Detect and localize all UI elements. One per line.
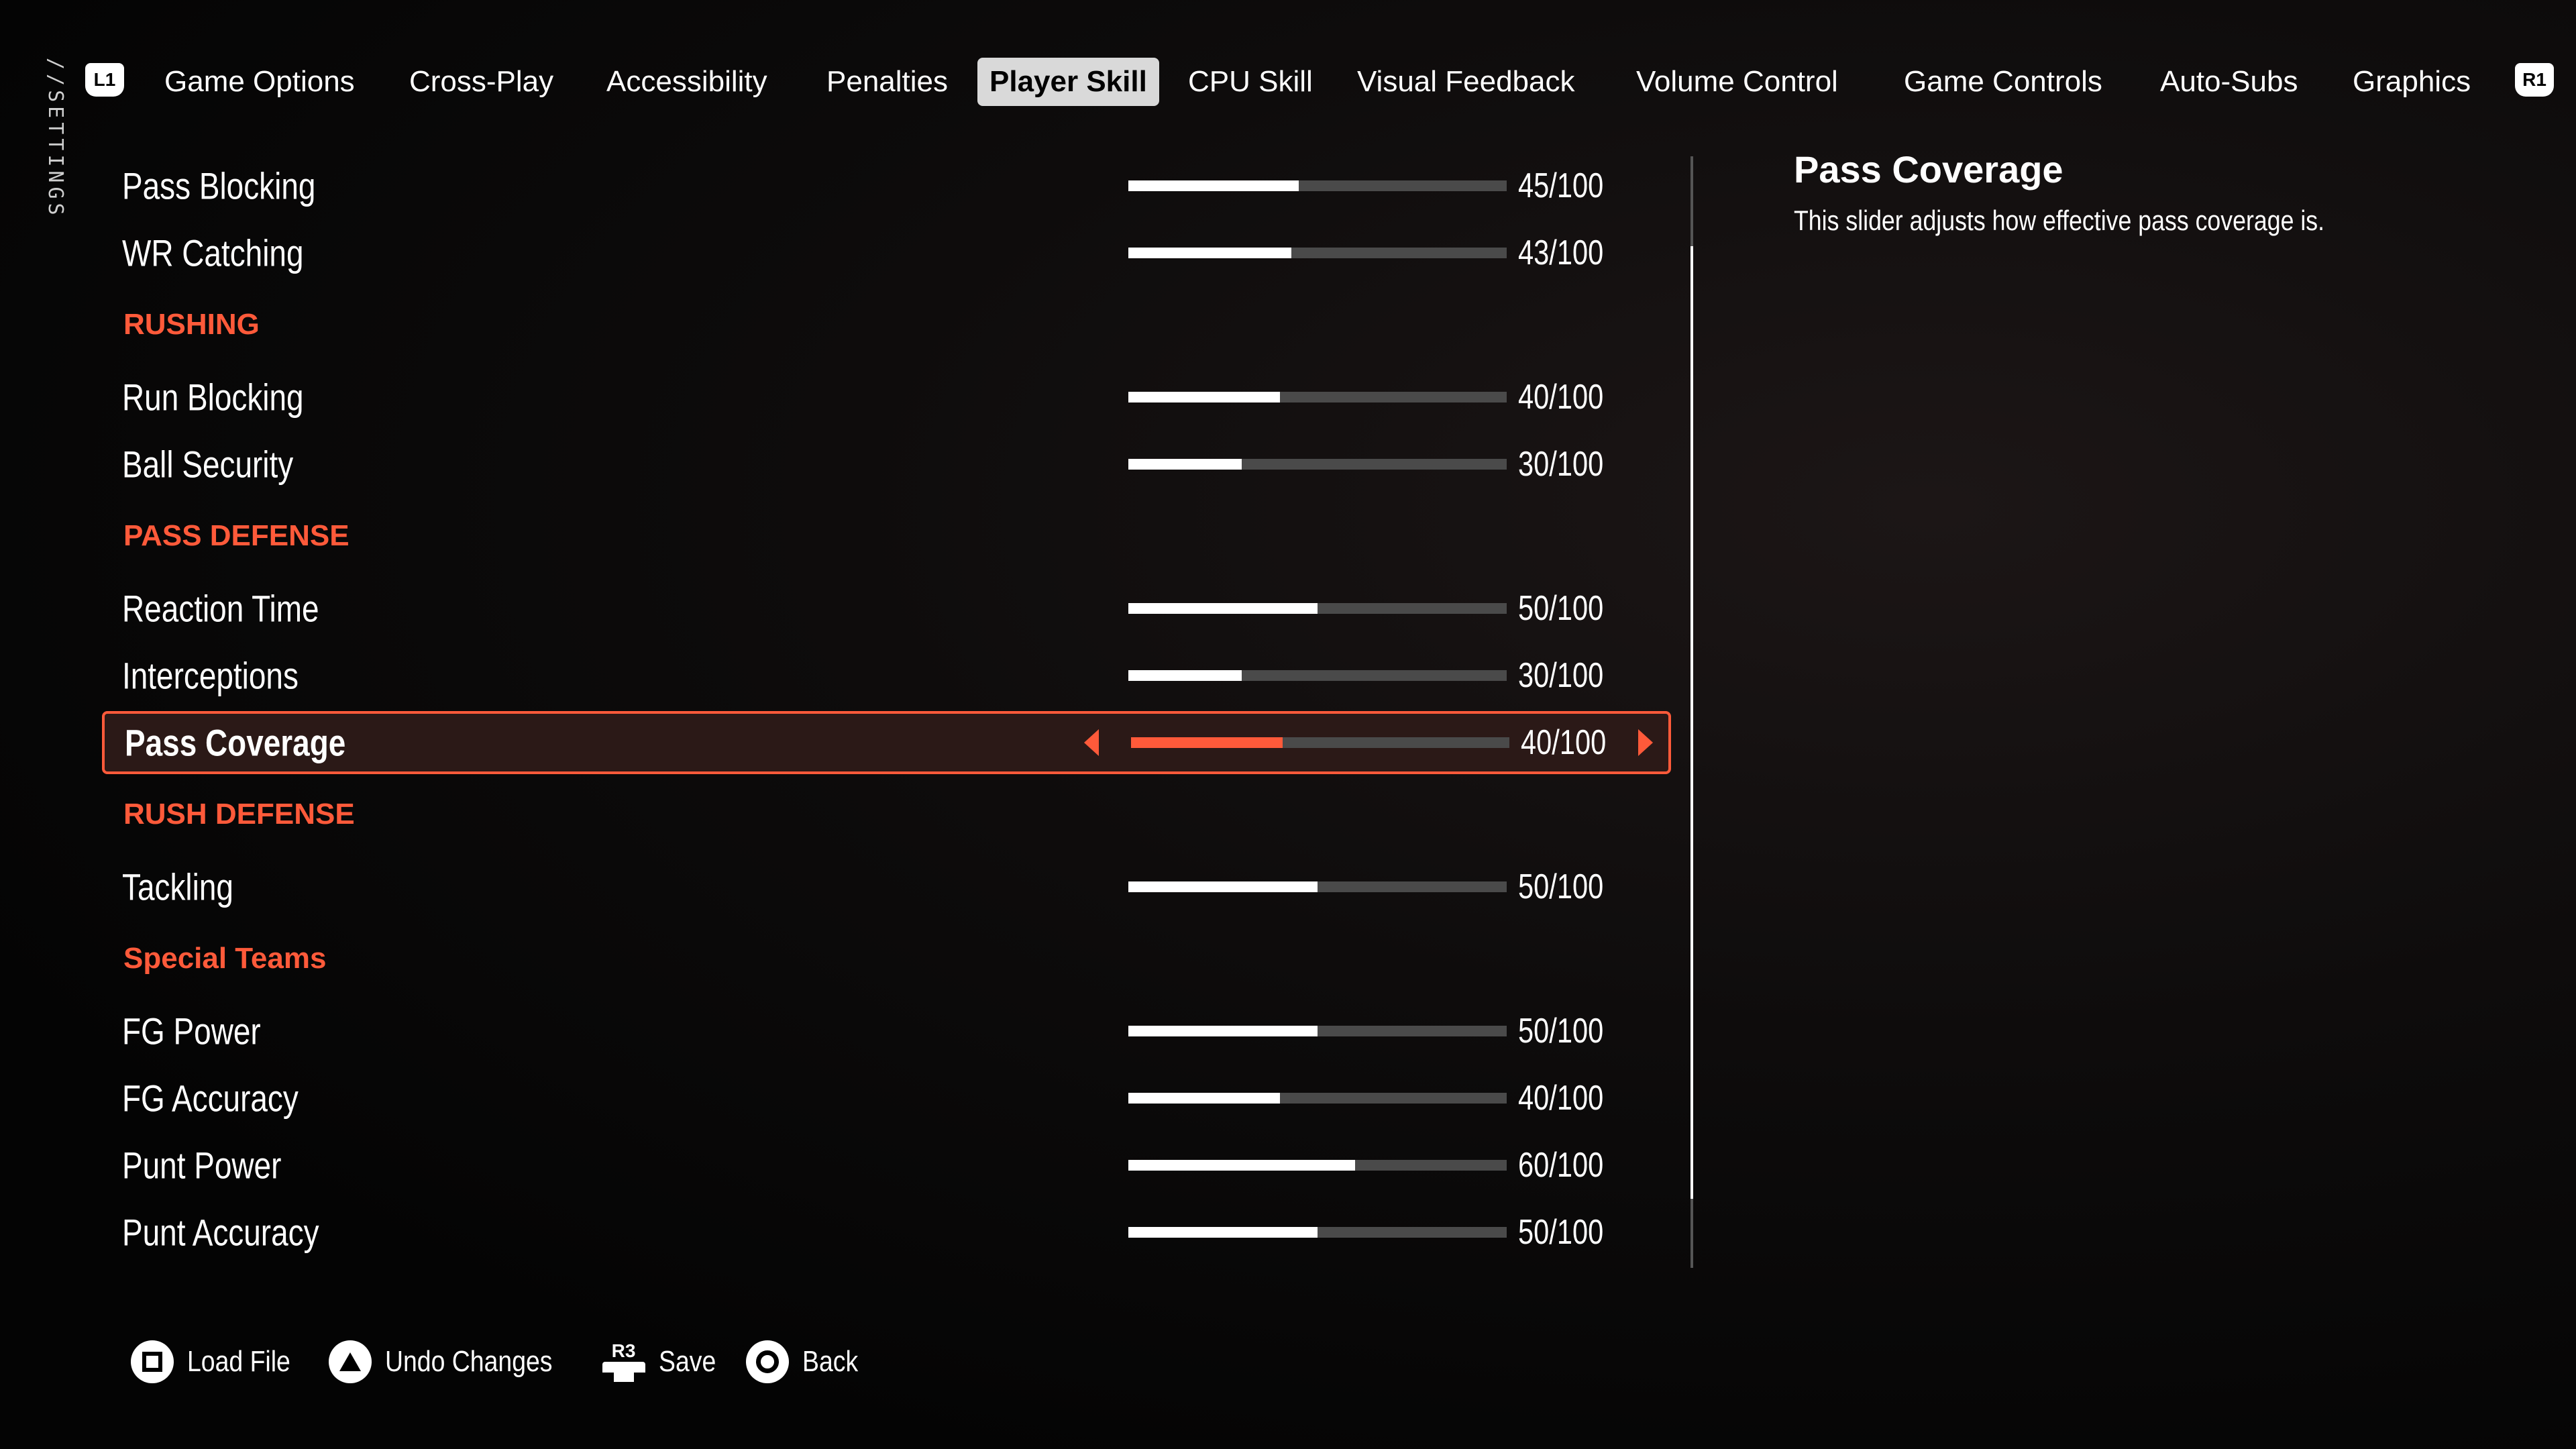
slider-label: Ball Security [122,443,294,486]
slider-row[interactable]: Punt Power 60/100 [102,1134,1671,1197]
slider-track[interactable] [1128,180,1507,191]
r3-button-icon[interactable]: R3 [602,1340,645,1383]
section-header: Special Teams [123,942,327,975]
slider-fill [1128,392,1280,402]
slider-value: 40/100 [1518,378,1604,417]
slider-value: 50/100 [1518,589,1604,628]
slider-row[interactable]: Reaction Time 50/100 [102,577,1671,640]
tab-cross-play[interactable]: Cross-Play [409,58,553,106]
section-header: PASS DEFENSE [123,519,350,552]
slider-value: 43/100 [1518,233,1604,272]
slider-label: FG Accuracy [122,1077,299,1120]
l1-bumper-icon[interactable]: L1 [85,63,124,97]
slider-fill [1128,670,1242,681]
r3-text: R3 [611,1340,636,1361]
detail-description: This slider adjusts how effective pass c… [1794,205,2325,236]
slider-label: WR Catching [122,231,304,274]
tab-visual-feedback[interactable]: Visual Feedback [1357,58,1575,106]
slider-track[interactable] [1128,1160,1507,1171]
undo-changes-label[interactable]: Undo Changes [385,1345,553,1379]
slider-label: Tackling [122,865,233,908]
tab-graphics[interactable]: Graphics [2353,58,2471,106]
slider-fill [1128,603,1318,614]
slider-track[interactable] [1128,881,1507,892]
settings-breadcrumb: //SETTINGS [44,58,67,219]
slider-label: Reaction Time [122,587,319,630]
slider-value: 60/100 [1518,1146,1604,1185]
slider-row[interactable]: Interceptions 30/100 [102,644,1671,707]
tab-auto-subs[interactable]: Auto-Subs [2160,58,2298,106]
slider-value: 50/100 [1518,867,1604,906]
slider-row[interactable]: Tackling 50/100 [102,855,1671,918]
section-header: RUSH DEFENSE [123,798,355,830]
slider-fill [1128,180,1299,191]
slider-row[interactable]: Pass Coverage 40/100 [102,711,1671,774]
slider-fill [1128,248,1291,258]
r1-bumper-icon[interactable]: R1 [2515,63,2554,97]
slider-track[interactable] [1128,1093,1507,1104]
slider-label: FG Power [122,1010,261,1053]
tab-cpu-skill[interactable]: CPU Skill [1188,58,1313,106]
circle-button-icon[interactable] [745,1340,789,1383]
slider-value: 40/100 [1521,723,1607,762]
scrollbar-thumb[interactable] [1690,246,1693,1199]
slider-label: Punt Power [122,1144,282,1187]
tab-game-options[interactable]: Game Options [164,58,355,106]
slider-row[interactable]: Pass Blocking 45/100 [102,154,1671,217]
slider-row[interactable]: FG Accuracy 40/100 [102,1067,1671,1130]
load-file-label[interactable]: Load File [187,1345,290,1379]
slider-value: 30/100 [1518,445,1604,484]
back-label[interactable]: Back [802,1345,858,1379]
scrollbar[interactable] [1690,156,1693,1268]
slider-label: Pass Coverage [125,721,346,764]
slider-track[interactable] [1128,1227,1507,1238]
slider-fill [1128,1227,1318,1238]
triangle-button-icon[interactable] [329,1340,372,1383]
slider-fill [1128,881,1318,892]
slider-track[interactable] [1128,670,1507,681]
slider-track[interactable] [1128,248,1507,258]
slider-label: Punt Accuracy [122,1211,319,1254]
tab-volume-control[interactable]: Volume Control [1636,58,1838,106]
slider-row[interactable]: Punt Accuracy 50/100 [102,1201,1671,1264]
slider-value: 45/100 [1518,166,1604,205]
slider-track[interactable] [1128,459,1507,470]
slider-row[interactable]: FG Power 50/100 [102,1000,1671,1063]
slider-value: 50/100 [1518,1213,1604,1252]
square-button-icon[interactable] [131,1340,174,1383]
detail-title: Pass Coverage [1794,148,2063,191]
slider-track[interactable] [1128,1026,1507,1036]
button-legend: Load File Undo Changes R3 Save Back [131,1338,888,1385]
save-label[interactable]: Save [659,1345,716,1379]
slider-row[interactable]: WR Catching 43/100 [102,221,1671,284]
increase-arrow-icon[interactable] [1638,729,1653,756]
slider-fill [1128,1026,1318,1036]
tab-player-skill[interactable]: Player Skill [977,58,1159,106]
slider-value: 40/100 [1518,1079,1604,1118]
slider-fill [1128,1160,1356,1171]
decrease-arrow-icon[interactable] [1084,729,1099,756]
tab-game-controls[interactable]: Game Controls [1904,58,2102,106]
tab-accessibility[interactable]: Accessibility [606,58,767,106]
slider-track[interactable] [1131,737,1509,748]
section-header: RUSHING [123,308,260,341]
slider-value: 50/100 [1518,1012,1604,1051]
slider-label: Interceptions [122,654,299,697]
slider-row[interactable]: Run Blocking 40/100 [102,366,1671,429]
slider-fill [1128,1093,1280,1104]
tab-penalties[interactable]: Penalties [826,58,948,106]
slider-label: Pass Blocking [122,164,316,207]
slider-row[interactable]: Ball Security 30/100 [102,433,1671,496]
slider-track[interactable] [1128,603,1507,614]
slider-label: Run Blocking [122,376,304,419]
slider-value: 30/100 [1518,656,1604,695]
slider-fill [1131,737,1283,748]
slider-fill [1128,459,1242,470]
slider-track[interactable] [1128,392,1507,402]
